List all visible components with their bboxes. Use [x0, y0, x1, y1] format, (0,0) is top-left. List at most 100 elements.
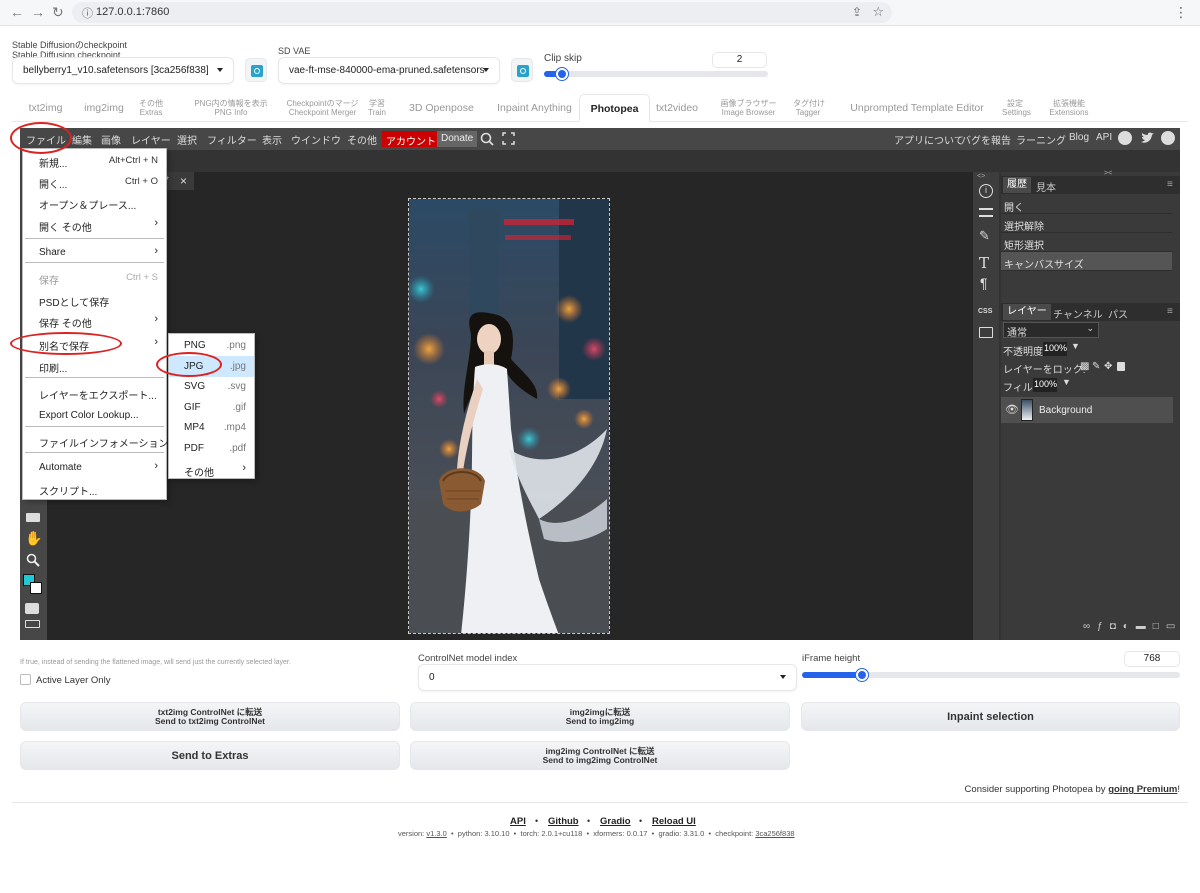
menu-item-share[interactable]: Share › [23, 242, 166, 263]
collapse-arrows-icon[interactable]: <> [977, 173, 985, 180]
donate-button[interactable]: Donate [437, 131, 478, 147]
menu-image[interactable]: 画像 [101, 132, 121, 147]
menu-item-script[interactable]: スクリプト... [23, 478, 166, 499]
version-link[interactable]: v1.3.0 [426, 829, 446, 838]
reload-icon[interactable]: ↻ [52, 4, 64, 21]
tab-swatches[interactable]: 見本 [1036, 179, 1056, 194]
paragraph-icon[interactable]: ¶ [980, 275, 988, 291]
share-icon[interactable]: ⇪ [852, 5, 862, 19]
iframe-height-number[interactable]: 768 [1124, 651, 1180, 667]
menu-api[interactable]: API [1096, 132, 1112, 143]
checkpoint-hash-link[interactable]: 3ca256f838 [755, 829, 794, 838]
site-info-icon[interactable]: ⓘ [82, 5, 93, 21]
controlnet-index-dropdown[interactable]: 0 [418, 664, 797, 691]
tab-photopea[interactable]: Photopea [579, 94, 650, 122]
menu-item-open-place[interactable]: オープン＆プレース... [23, 192, 166, 213]
search-icon[interactable] [480, 132, 494, 146]
eye-icon[interactable]: 👁 [1005, 403, 1019, 416]
panel-menu-icon[interactable]: ≡ [1167, 179, 1173, 190]
brush-icon[interactable]: ✎ [979, 228, 990, 244]
tab-txt2video[interactable]: txt2video [653, 94, 701, 122]
tab-image-browser[interactable]: 画像ブラウザー Image Browser [717, 94, 780, 122]
menu-item-open-more[interactable]: 開く その他 › [23, 214, 166, 235]
menu-about[interactable]: アプリについて [894, 132, 964, 147]
bookmark-star-icon[interactable]: ☆ [872, 4, 884, 20]
close-icon[interactable]: × [180, 174, 187, 188]
layer-mask-icon[interactable]: ◘ [1110, 621, 1123, 632]
fullscreen-icon[interactable] [502, 132, 515, 145]
forward-icon[interactable]: → [31, 4, 45, 20]
account-button[interactable]: アカウント [382, 131, 440, 148]
fill-dropdown-icon[interactable]: ▼ [1062, 377, 1071, 387]
lock-transparency-icon[interactable]: ▩ [1080, 361, 1089, 372]
tab-tagger[interactable]: タグ付け Tagger [793, 94, 825, 122]
menu-item-export-layers[interactable]: レイヤーをエクスポート... [23, 382, 166, 403]
tab-extensions[interactable]: 拡張機能 Extensions [1049, 94, 1089, 122]
save-as-gif[interactable]: GIF .gif [169, 397, 254, 418]
going-premium-link[interactable]: going Premium [1108, 784, 1177, 795]
save-as-mp4[interactable]: MP4 .mp4 [169, 417, 254, 438]
active-layer-checkbox[interactable] [20, 674, 31, 685]
checkpoint-dropdown[interactable]: bellyberry1_v10.safetensors [3ca256f838] [12, 57, 234, 84]
css-icon[interactable]: CSS [978, 308, 992, 315]
vae-refresh-button[interactable] [511, 58, 533, 82]
save-as-svg[interactable]: SVG .svg [169, 376, 254, 397]
blend-mode-select[interactable]: 通常 ⌄ [1003, 322, 1099, 339]
save-as-other[interactable]: その他 › [169, 459, 254, 480]
layer-row-background[interactable]: 👁 Background [1001, 397, 1173, 423]
clip-skip-number[interactable]: 2 [712, 52, 767, 68]
save-as-pdf[interactable]: PDF .pdf [169, 438, 254, 459]
tab-unprompted-template-editor[interactable]: Unprompted Template Editor [844, 94, 990, 122]
keyboard-icon[interactable] [25, 620, 40, 628]
new-group-icon[interactable]: ▬ [1136, 621, 1153, 632]
address-bar[interactable]: ⓘ 127.0.0.1:7860 ⇪ ☆ [72, 2, 892, 23]
history-item[interactable]: 選択解除 [1001, 214, 1172, 233]
character-icon[interactable]: T [979, 254, 989, 272]
image-icon[interactable] [979, 327, 993, 338]
fill-input[interactable]: 100% [1033, 378, 1057, 392]
clip-skip-handle[interactable] [555, 68, 568, 80]
browser-menu-icon[interactable]: ⋮ [1174, 4, 1188, 21]
lock-move-icon[interactable]: ✥ [1104, 361, 1112, 372]
menu-item-open[interactable]: 開く... Ctrl + O [23, 171, 166, 192]
tab-img2img[interactable]: img2img [79, 94, 129, 122]
tab-3d-openpose[interactable]: 3D Openpose [409, 94, 474, 122]
history-item[interactable]: 矩形選択 [1001, 233, 1172, 252]
menu-item-export-color-lookup[interactable]: Export Color Lookup... [23, 405, 166, 426]
menu-item-automate[interactable]: Automate › [23, 457, 166, 478]
reddit-icon[interactable] [1118, 131, 1132, 145]
new-layer-icon[interactable]: □ [1153, 621, 1166, 632]
background-color-swatch[interactable] [30, 582, 42, 594]
menu-item-print[interactable]: 印刷... [23, 355, 166, 376]
checkpoint-refresh-button[interactable] [245, 58, 267, 82]
menu-window[interactable]: ウインドウ [291, 132, 341, 147]
info-icon[interactable]: i [979, 184, 993, 198]
footer-gradio-link[interactable]: Gradio [600, 816, 631, 827]
tab-layers[interactable]: レイヤー [1003, 304, 1051, 320]
tab-extras[interactable]: その他 Extras [139, 94, 163, 122]
layer-effects-icon[interactable]: ƒ [1097, 621, 1110, 632]
lock-paint-icon[interactable]: ✎ [1092, 361, 1100, 372]
send-to-img2img-controlnet-button[interactable]: img2img ControlNet に転送 Send to img2img C… [410, 741, 790, 770]
menu-view[interactable]: 表示 [262, 132, 282, 147]
tab-txt2img[interactable]: txt2img [22, 94, 69, 122]
menu-select[interactable]: 選択 [177, 132, 197, 147]
footer-reload-link[interactable]: Reload UI [652, 816, 696, 827]
adjustments-icon[interactable] [979, 208, 993, 217]
tab-channels[interactable]: チャンネル [1053, 306, 1103, 321]
menu-report-bug[interactable]: バグを報告 [961, 132, 1011, 147]
tab-inpaint-anything[interactable]: Inpaint Anything [492, 94, 577, 122]
menu-item-save-psd[interactable]: PSDとして保存 [23, 289, 166, 310]
menu-item-save[interactable]: 保存 Ctrl + S [23, 267, 166, 288]
tab-history[interactable]: 履歴 [1003, 177, 1031, 193]
rectangle-tool-icon[interactable] [26, 513, 40, 522]
tab-png-info[interactable]: PNG内の情報を表示 PNG Info [184, 94, 278, 122]
iframe-height-handle[interactable] [856, 669, 869, 681]
history-item-current[interactable]: キャンバスサイズ [1001, 252, 1172, 271]
inpaint-selection-button[interactable]: Inpaint selection [801, 702, 1180, 731]
menu-item-file-info[interactable]: ファイルインフォメーション... [23, 430, 177, 451]
quick-mask-icon[interactable] [25, 603, 39, 614]
zoom-tool-icon[interactable] [26, 553, 40, 567]
send-to-extras-button[interactable]: Send to Extras [20, 741, 400, 770]
tab-settings[interactable]: 設定 Settings [1002, 94, 1031, 122]
